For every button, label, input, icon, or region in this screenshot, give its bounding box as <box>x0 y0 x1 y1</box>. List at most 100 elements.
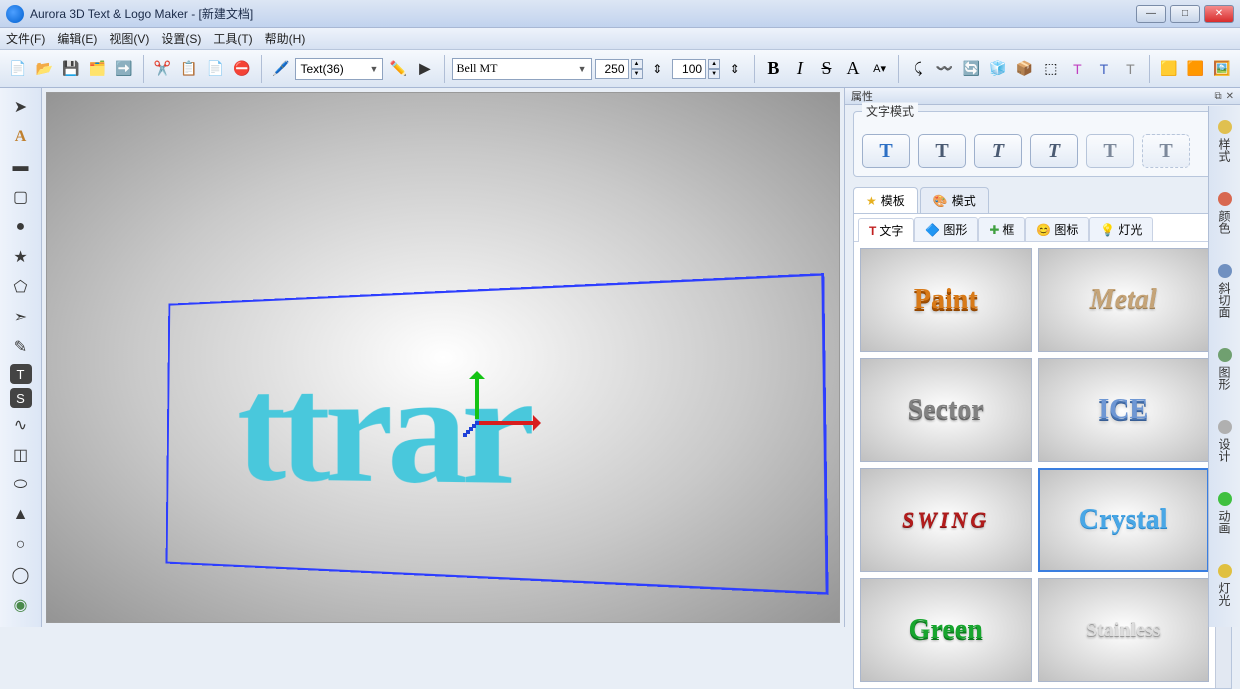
star-tool-icon[interactable]: ★ <box>7 244 35 270</box>
arc-tool-2-icon[interactable]: 〰️ <box>933 57 957 81</box>
preset-ice[interactable]: ICE <box>1038 358 1210 462</box>
text-mode-6[interactable]: T <box>1142 134 1190 168</box>
lock-width-icon[interactable]: ⇕ <box>646 57 670 81</box>
lock-height-icon[interactable]: ⇕ <box>723 57 747 81</box>
font-a-button[interactable]: A <box>841 57 865 81</box>
subtab-icon[interactable]: 😊 图标 <box>1025 217 1089 241</box>
minimize-button[interactable]: — <box>1136 5 1166 23</box>
preset-swing[interactable]: SWING <box>860 468 1032 572</box>
layer-1-icon[interactable]: 🟨 <box>1157 57 1181 81</box>
roundrect-tool-icon[interactable]: ▢ <box>7 184 35 210</box>
width-spinner[interactable]: ▲▼ <box>595 59 643 79</box>
preset-stainless[interactable]: Stainless <box>1038 578 1210 682</box>
text-effect-3-icon[interactable]: T <box>1119 57 1143 81</box>
open-icon[interactable]: 📂 <box>33 57 57 81</box>
ungroup-icon[interactable]: ⬚ <box>1039 57 1063 81</box>
text-badge-s-icon[interactable]: S <box>10 388 32 408</box>
preset-paint[interactable]: Paint <box>860 248 1032 352</box>
export-icon[interactable]: ➡️ <box>112 57 136 81</box>
arc-tool-1-icon[interactable]: ⤹ <box>906 57 930 81</box>
height-down[interactable]: ▼ <box>708 69 720 79</box>
layer-2-icon[interactable]: 🟧 <box>1184 57 1208 81</box>
circle-tool-icon[interactable]: ● <box>7 214 35 240</box>
cone-3d-icon[interactable]: ▲ <box>7 502 35 528</box>
font-combo[interactable]: Bell MT ▼ <box>452 58 592 80</box>
text-effect-2-icon[interactable]: T <box>1092 57 1116 81</box>
text-effect-1-icon[interactable]: T <box>1066 57 1090 81</box>
torus-3d-icon[interactable]: ◯ <box>7 562 35 588</box>
font-size-down-icon[interactable]: A▾ <box>868 57 892 81</box>
object-type-combo[interactable]: Text(36) ▼ <box>295 58 383 80</box>
text-mode-3[interactable]: T <box>974 134 1022 168</box>
cube-tool-2-icon[interactable]: 📦 <box>1013 57 1037 81</box>
menu-tools[interactable]: 工具(T) <box>213 30 252 47</box>
maximize-button[interactable]: □ <box>1170 5 1200 23</box>
preset-green[interactable]: Green <box>860 578 1032 682</box>
menu-help[interactable]: 帮助(H) <box>265 30 306 47</box>
template-icon[interactable]: 🗂️ <box>86 57 110 81</box>
cube-3d-icon[interactable]: ◫ <box>7 442 35 468</box>
width-up[interactable]: ▲ <box>631 59 643 69</box>
height-spinner[interactable]: ▲▼ <box>672 59 720 79</box>
select-tool-icon[interactable]: ➤ <box>7 94 35 120</box>
play-icon[interactable]: ▶ <box>413 57 437 81</box>
preset-crystal[interactable]: Crystal <box>1038 468 1210 572</box>
panel-close-icon[interactable]: ✕ <box>1226 91 1234 102</box>
menu-settings[interactable]: 设置(S) <box>161 30 201 47</box>
side-tab-style[interactable]: 样式 <box>1214 114 1235 168</box>
text-mode-5[interactable]: T <box>1086 134 1134 168</box>
width-input[interactable] <box>595 59 629 79</box>
pen-tool-icon[interactable]: ✎ <box>7 334 35 360</box>
menu-view[interactable]: 视图(V) <box>109 30 149 47</box>
cube-tool-icon[interactable]: 🧊 <box>986 57 1010 81</box>
transform-gizmo[interactable] <box>447 403 507 463</box>
side-tab-anim[interactable]: 动画 <box>1214 486 1235 540</box>
panel-float-icon[interactable]: ⧉ <box>1214 91 1221 102</box>
rect-tool-icon[interactable]: ▬ <box>7 154 35 180</box>
subtab-frame[interactable]: ✚ 框 <box>978 217 1025 241</box>
subtab-shape[interactable]: 🔷 图形 <box>914 217 978 241</box>
italic-button[interactable]: I <box>788 57 812 81</box>
arrow-tool-icon[interactable]: ➣ <box>7 304 35 330</box>
height-up[interactable]: ▲ <box>708 59 720 69</box>
text-tool-icon[interactable]: A <box>7 124 35 150</box>
cut-icon[interactable]: ✂️ <box>151 57 175 81</box>
curve-tool-icon[interactable]: ∿ <box>7 412 35 438</box>
menu-edit[interactable]: 编辑(E) <box>57 30 97 47</box>
preset-metal[interactable]: Metal <box>1038 248 1210 352</box>
side-tab-design[interactable]: 设计 <box>1214 414 1235 468</box>
save-icon[interactable]: 💾 <box>59 57 83 81</box>
subtab-text[interactable]: T 文字 <box>858 218 914 242</box>
subtab-light[interactable]: 💡 灯光 <box>1089 217 1153 241</box>
side-tab-shape[interactable]: 图形 <box>1214 342 1235 396</box>
canvas[interactable]: ttrar <box>47 93 839 622</box>
delete-icon[interactable]: ⛔ <box>230 57 254 81</box>
bold-button[interactable]: B <box>762 57 786 81</box>
background-icon[interactable]: 🖼️ <box>1210 57 1234 81</box>
arc-tool-3-icon[interactable]: 🔄 <box>959 57 983 81</box>
text-badge-t-icon[interactable]: T <box>10 364 32 384</box>
canvas-area[interactable]: ttrar <box>46 92 840 623</box>
text-mode-2[interactable]: T <box>918 134 966 168</box>
preset-sector[interactable]: Sector <box>860 358 1032 462</box>
wand-icon[interactable]: 🖊️ <box>269 57 293 81</box>
height-input[interactable] <box>672 59 706 79</box>
side-tab-color[interactable]: 颜色 <box>1214 186 1235 240</box>
side-tab-bevel[interactable]: 斜切面 <box>1214 258 1235 324</box>
tab-mode[interactable]: 🎨 模式 <box>920 187 989 213</box>
polygon-tool-icon[interactable]: ⬠ <box>7 274 35 300</box>
side-tab-light[interactable]: 灯光 <box>1214 558 1235 612</box>
text-mode-4[interactable]: T <box>1030 134 1078 168</box>
new-icon[interactable]: 📄 <box>6 57 30 81</box>
cylinder-3d-icon[interactable]: ⬭ <box>7 472 35 498</box>
tab-template[interactable]: ★ 模板 <box>853 187 918 213</box>
edit-text-icon[interactable]: ✏️ <box>386 57 410 81</box>
sphere-3d-icon[interactable]: ○ <box>7 532 35 558</box>
menu-file[interactable]: 文件(F) <box>6 30 45 47</box>
width-down[interactable]: ▼ <box>631 69 643 79</box>
text-mode-1[interactable]: T <box>862 134 910 168</box>
paste-icon[interactable]: 📄 <box>204 57 228 81</box>
more-shape-icon[interactable]: ◉ <box>7 592 35 618</box>
copy-icon[interactable]: 📋 <box>177 57 201 81</box>
close-button[interactable]: ✕ <box>1204 5 1234 23</box>
